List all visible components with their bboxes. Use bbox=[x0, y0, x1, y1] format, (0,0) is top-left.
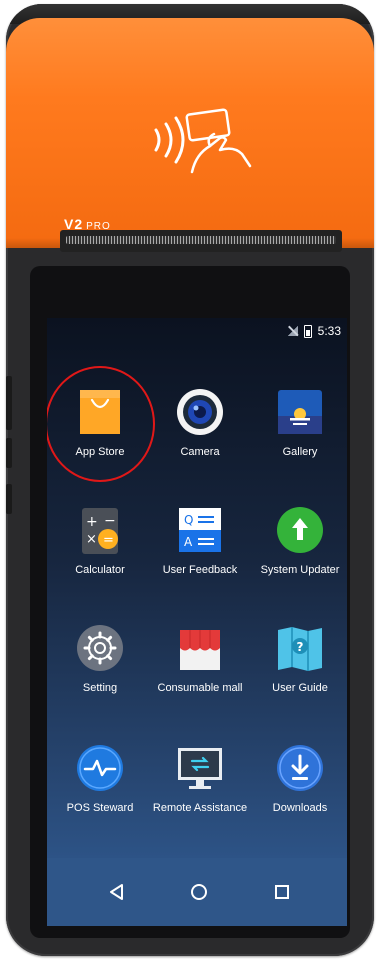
printer-teeth bbox=[66, 236, 336, 244]
app-system-updater[interactable]: System Updater bbox=[250, 506, 347, 576]
up-arrow-icon bbox=[276, 506, 324, 554]
recents-button[interactable] bbox=[252, 858, 312, 926]
app-label: Gallery bbox=[282, 446, 318, 458]
camera-icon bbox=[176, 388, 224, 436]
store-icon bbox=[176, 624, 224, 672]
svg-text:−: − bbox=[104, 513, 116, 529]
app-consumable-mall[interactable]: Consumable mall bbox=[150, 624, 250, 694]
app-setting[interactable]: Setting bbox=[50, 624, 150, 694]
app-label: POS Steward bbox=[66, 802, 134, 814]
feedback-icon: Q A bbox=[176, 506, 224, 554]
app-label: Setting bbox=[82, 682, 118, 694]
app-label: Camera bbox=[180, 446, 220, 458]
pulse-icon bbox=[76, 744, 124, 792]
svg-text:+: + bbox=[86, 514, 98, 530]
app-label: User Feedback bbox=[162, 564, 238, 576]
app-label: Consumable mall bbox=[157, 682, 243, 694]
clock: 5:33 bbox=[317, 324, 341, 338]
app-label: Remote Assistance bbox=[152, 802, 248, 814]
home-icon bbox=[191, 884, 207, 900]
highlight-ring bbox=[47, 366, 155, 482]
gear-icon bbox=[76, 624, 124, 672]
nfc-contactless-icon bbox=[154, 108, 252, 174]
svg-text:Q: Q bbox=[184, 513, 193, 527]
receipt-printer-slot bbox=[60, 230, 342, 252]
gallery-icon bbox=[276, 388, 324, 436]
app-downloads[interactable]: Downloads bbox=[250, 744, 347, 814]
battery-icon bbox=[303, 324, 312, 338]
monitor-icon bbox=[176, 744, 224, 792]
back-icon bbox=[110, 884, 123, 900]
status-bar: 5:33 bbox=[287, 324, 341, 338]
app-pos-steward[interactable]: POS Steward bbox=[50, 744, 150, 814]
app-gallery[interactable]: Gallery bbox=[250, 388, 347, 458]
side-button bbox=[6, 484, 12, 514]
navigation-bar bbox=[47, 858, 347, 926]
app-label: User Guide bbox=[272, 682, 328, 694]
svg-text:A: A bbox=[184, 535, 193, 549]
home-screen: 5:33 App Store Camera Gallery + − × = Ca… bbox=[47, 318, 347, 858]
side-button bbox=[6, 438, 12, 468]
side-button bbox=[6, 376, 12, 430]
svg-text:=: = bbox=[103, 533, 114, 548]
device-head: V2 PRO bbox=[6, 18, 374, 248]
no-sim-icon bbox=[287, 326, 298, 336]
app-calculator[interactable]: + − × = Calculator bbox=[50, 506, 150, 576]
app-label: Downloads bbox=[272, 802, 328, 814]
app-user-guide[interactable]: ? User Guide bbox=[250, 624, 347, 694]
app-label: System Updater bbox=[260, 564, 340, 576]
app-camera[interactable]: Camera bbox=[150, 388, 250, 458]
download-icon bbox=[276, 744, 324, 792]
recents-icon bbox=[275, 885, 289, 899]
home-button[interactable] bbox=[169, 858, 229, 926]
back-button[interactable] bbox=[87, 858, 147, 926]
app-remote-assistance[interactable]: Remote Assistance bbox=[150, 744, 250, 814]
svg-text:×: × bbox=[86, 532, 97, 547]
app-label: Calculator bbox=[75, 564, 125, 576]
app-user-feedback[interactable]: Q A User Feedback bbox=[150, 506, 250, 576]
guide-book-icon: ? bbox=[276, 624, 324, 672]
calculator-icon: + − × = bbox=[76, 506, 124, 554]
svg-text:?: ? bbox=[297, 640, 304, 654]
